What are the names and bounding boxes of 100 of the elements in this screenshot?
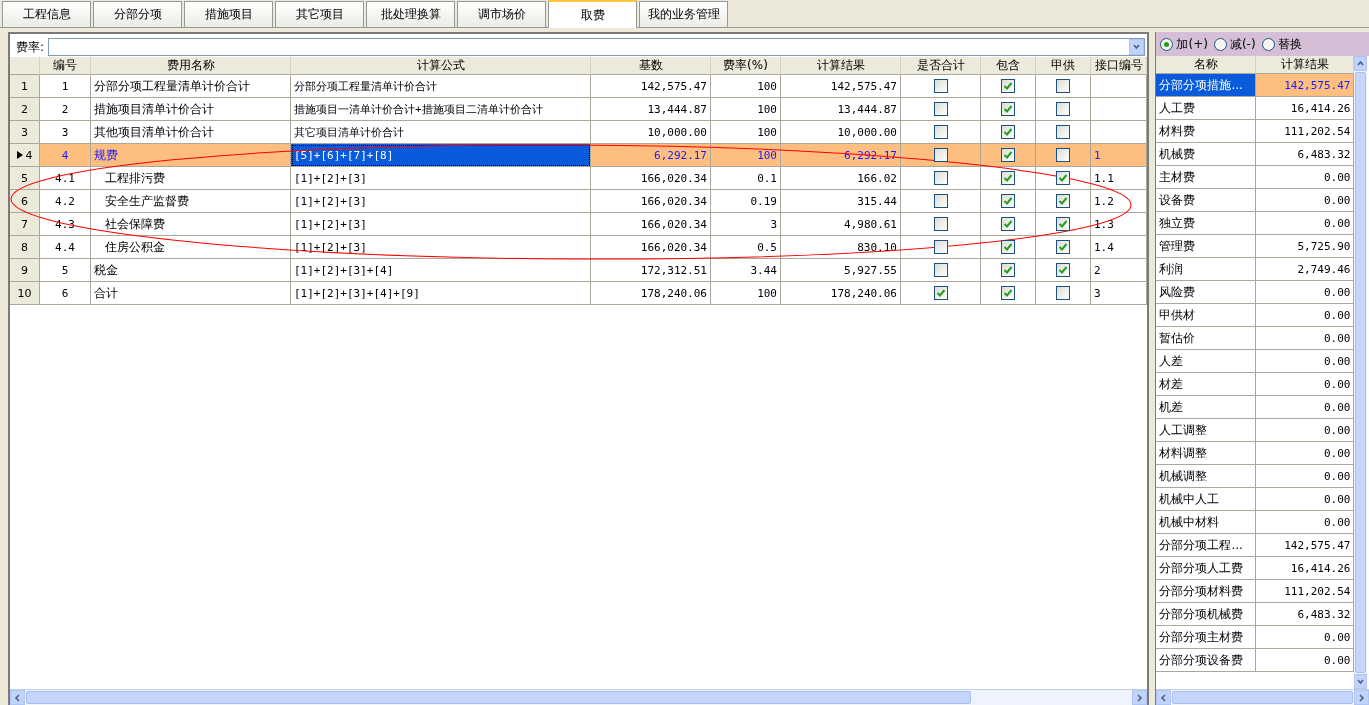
checkbox[interactable]: [933, 240, 948, 254]
column-header[interactable]: 计算公式: [291, 57, 591, 75]
checkbox[interactable]: [933, 125, 948, 139]
list-item-name[interactable]: 主材费: [1156, 166, 1257, 189]
checkbox[interactable]: [1001, 171, 1015, 185]
tab[interactable]: 工程信息: [2, 1, 91, 27]
list-item-name[interactable]: 分部分项材料费: [1156, 580, 1257, 603]
list-item-name[interactable]: 独立费: [1156, 212, 1257, 235]
list-item-name[interactable]: 分部分项机械费: [1156, 603, 1257, 626]
radio-button[interactable]: [1261, 37, 1275, 51]
row-number[interactable]: 1: [10, 75, 40, 98]
checkbox[interactable]: [1001, 286, 1015, 300]
list-item-name[interactable]: 利润: [1156, 258, 1257, 281]
row-number[interactable]: 3: [10, 121, 40, 144]
column-header[interactable]: 名称: [1156, 56, 1257, 74]
column-header[interactable]: 包含: [981, 57, 1036, 75]
radio-button[interactable]: [1213, 37, 1227, 51]
checkbox[interactable]: [1001, 125, 1015, 139]
list-item-name[interactable]: 人工费: [1156, 97, 1257, 120]
column-header[interactable]: 费率(%): [711, 57, 781, 75]
checkbox[interactable]: [1056, 102, 1070, 116]
checkbox[interactable]: [1001, 263, 1015, 277]
checkbox[interactable]: [933, 171, 948, 185]
table-cell[interactable]: [1]+[2]+[3]: [291, 213, 591, 236]
radio-label[interactable]: 替换: [1277, 35, 1302, 53]
horizontal-scrollbar[interactable]: [10, 689, 1148, 705]
checkbox[interactable]: [1056, 217, 1070, 231]
checkbox[interactable]: [1056, 125, 1070, 139]
horizontal-scrollbar[interactable]: [1156, 689, 1369, 705]
checkbox[interactable]: [933, 263, 948, 277]
row-number[interactable]: 4: [10, 144, 40, 167]
table-cell[interactable]: [1]+[2]+[3]+[4]+[9]: [291, 282, 591, 305]
column-header[interactable]: 是否合计: [901, 57, 981, 75]
tab[interactable]: 调市场价: [457, 1, 546, 27]
checkbox[interactable]: [1056, 148, 1070, 162]
column-header[interactable]: 费用名称: [91, 57, 291, 75]
checkbox[interactable]: [1001, 148, 1015, 162]
checkbox[interactable]: [933, 194, 948, 208]
column-header[interactable]: 甲供: [1036, 57, 1091, 75]
dropdown-button[interactable]: [1129, 39, 1145, 55]
tab[interactable]: 措施项目: [184, 1, 273, 27]
checkbox[interactable]: [1001, 79, 1015, 93]
checkbox[interactable]: [1001, 194, 1015, 208]
checkbox[interactable]: [1056, 79, 1070, 93]
checkbox[interactable]: [933, 79, 948, 93]
tab[interactable]: 其它项目: [275, 1, 364, 27]
tab[interactable]: 我的业务管理: [639, 1, 728, 27]
checkbox[interactable]: [933, 102, 948, 116]
checkbox[interactable]: [1001, 102, 1015, 116]
list-item-name[interactable]: 人差: [1156, 350, 1257, 373]
list-item-name[interactable]: 机械调整: [1156, 465, 1257, 488]
checkbox[interactable]: [1056, 194, 1070, 208]
list-item-name[interactable]: 人工调整: [1156, 419, 1257, 442]
list-item-name[interactable]: 风险费: [1156, 281, 1257, 304]
column-header[interactable]: 计算结果: [781, 57, 901, 75]
list-item-name[interactable]: 管理费: [1156, 235, 1257, 258]
list-item-name[interactable]: 材差: [1156, 373, 1257, 396]
column-header[interactable]: 编号: [40, 57, 91, 75]
tab[interactable]: 取费: [548, 0, 637, 28]
radio-label[interactable]: 加(+): [1176, 35, 1208, 53]
table-cell[interactable]: [5]+[6]+[7]+[8]: [291, 144, 591, 167]
rate-field[interactable]: [48, 38, 1146, 56]
table-cell[interactable]: [1]+[2]+[3]+[4]: [291, 259, 591, 282]
checkbox[interactable]: [1056, 263, 1070, 277]
row-number[interactable]: 6: [10, 190, 40, 213]
list-item-name[interactable]: 机械中材料: [1156, 511, 1257, 534]
list-item-name[interactable]: 甲供材: [1156, 304, 1257, 327]
list-item-name[interactable]: 暂估价: [1156, 327, 1257, 350]
list-item-name[interactable]: 机械中人工: [1156, 488, 1257, 511]
tab[interactable]: 分部分项: [93, 1, 182, 27]
radio-button[interactable]: [1160, 37, 1174, 51]
checkbox[interactable]: [933, 217, 948, 231]
table-cell[interactable]: [1]+[2]+[3]: [291, 167, 591, 190]
checkbox[interactable]: [933, 148, 948, 162]
checkbox[interactable]: [1001, 240, 1015, 254]
table-cell[interactable]: 措施项目一清单计价合计+措施项目二清单计价合计: [291, 98, 591, 121]
checkbox[interactable]: [1056, 240, 1070, 254]
column-header[interactable]: 接口编号: [1091, 57, 1147, 75]
column-header[interactable]: 计算结果: [1256, 56, 1355, 74]
table-cell[interactable]: [1]+[2]+[3]: [291, 190, 591, 213]
checkbox[interactable]: [1056, 171, 1070, 185]
column-header[interactable]: 基数: [591, 57, 711, 75]
row-number[interactable]: 7: [10, 213, 40, 236]
list-item-name[interactable]: 设备费: [1156, 189, 1257, 212]
radio-label[interactable]: 减(-): [1229, 35, 1256, 53]
list-item-name[interactable]: 分部分项措施...: [1156, 74, 1257, 97]
list-item-name[interactable]: 机差: [1156, 396, 1257, 419]
checkbox[interactable]: [1001, 217, 1015, 231]
table-cell[interactable]: 其它项目清单计价合计: [291, 121, 591, 144]
tab[interactable]: 批处理换算: [366, 1, 455, 27]
row-number[interactable]: 2: [10, 98, 40, 121]
list-item-name[interactable]: 机械费: [1156, 143, 1257, 166]
table-cell[interactable]: [1]+[2]+[3]: [291, 236, 591, 259]
list-item-name[interactable]: 材料费: [1156, 120, 1257, 143]
list-item-name[interactable]: 分部分项人工费: [1156, 557, 1257, 580]
list-item-name[interactable]: 材料调整: [1156, 442, 1257, 465]
vertical-scrollbar[interactable]: [1354, 56, 1368, 689]
row-number[interactable]: 8: [10, 236, 40, 259]
row-number[interactable]: 9: [10, 259, 40, 282]
checkbox[interactable]: [933, 286, 948, 300]
